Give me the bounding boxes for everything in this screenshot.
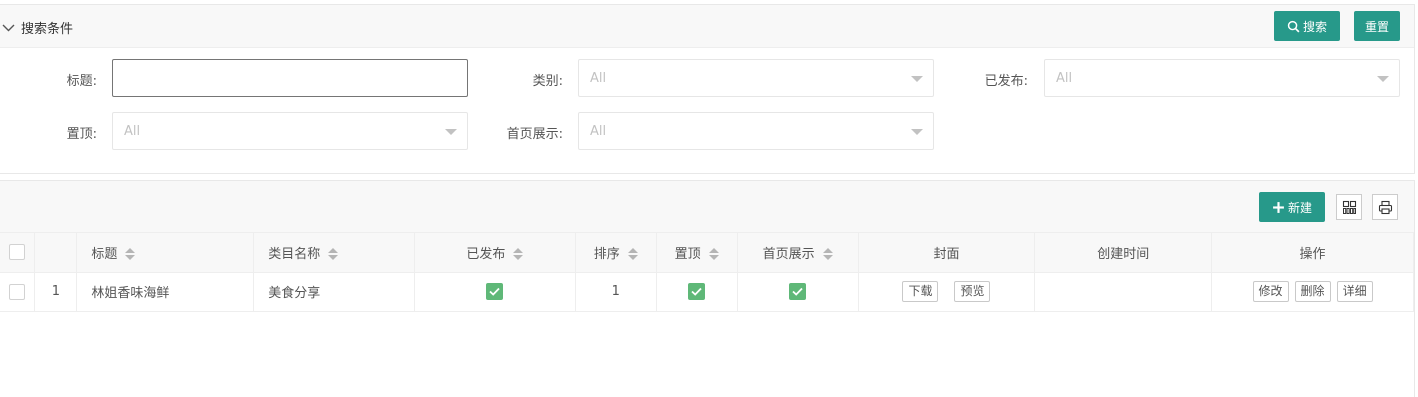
sort-icon[interactable]: [627, 247, 638, 261]
row-checkbox[interactable]: [9, 283, 26, 300]
search-button-label: 搜索: [1302, 19, 1327, 34]
cell-sort: 1: [575, 272, 657, 312]
delete-button[interactable]: 删除: [1294, 281, 1331, 302]
sort-icon[interactable]: [328, 247, 339, 261]
category-field-label: 类别:: [532, 74, 563, 89]
column-header-label: 已发布: [466, 246, 506, 262]
search-button[interactable]: 搜索: [1274, 11, 1340, 41]
dropdown-caret-icon: [911, 129, 923, 135]
print-button[interactable]: [1372, 194, 1398, 220]
cell-published: [414, 272, 576, 312]
homepage-checkbox[interactable]: [789, 283, 807, 300]
row-select-cell: [0, 272, 36, 312]
detail-button[interactable]: 详细: [1336, 281, 1373, 302]
columns-filter-button[interactable]: [1336, 194, 1362, 220]
column-header-label: 类目名称: [268, 246, 321, 262]
column-header-pinned[interactable]: 置顶: [656, 233, 738, 273]
table-header-row: 标题 类目名称 已发布 排序 置顶 首页展示 封面 创建时间 操作: [0, 233, 1414, 273]
homepage-select-value: All: [590, 124, 607, 139]
search-icon: [1287, 20, 1300, 32]
cell-created: [1034, 272, 1213, 312]
checkmark-icon: [792, 287, 803, 296]
sort-icon[interactable]: [125, 247, 136, 261]
cell-cover: 下载 预览: [858, 272, 1036, 312]
search-panel: 搜索条件 搜索 重置 标题: 类别: All 已发布: All 置顶: All …: [0, 4, 1415, 174]
preview-cover-button[interactable]: 预览: [954, 281, 991, 302]
title-input[interactable]: [112, 59, 468, 97]
table-panel: 新建 标题 类目名称 已发布 排序 置顶 首页展示 封面 创建时间 操作 1 林…: [0, 180, 1415, 397]
row-index: 1: [34, 272, 78, 312]
column-header-label: 排序: [593, 246, 620, 262]
table-row: 1 林姐香味海鲜 美食分享 1 下载 预览 修改 删除 详细: [0, 272, 1414, 312]
column-header-published[interactable]: 已发布: [414, 233, 576, 273]
print-icon: [1378, 200, 1392, 214]
checkmark-icon: [691, 287, 702, 296]
column-header-label: 标题: [91, 246, 118, 262]
index-header: [34, 233, 78, 273]
select-all-checkbox[interactable]: [9, 244, 26, 261]
category-select[interactable]: All: [578, 59, 934, 97]
table-toolbar: 新建: [0, 181, 1414, 233]
published-checkbox[interactable]: [486, 283, 504, 300]
chevron-down-icon: [2, 24, 15, 32]
published-field-label: 已发布:: [984, 74, 1028, 89]
columns-icon: [1342, 200, 1356, 214]
download-cover-button[interactable]: 下载: [902, 281, 939, 302]
edit-button[interactable]: 修改: [1252, 281, 1289, 302]
cell-pinned: [656, 272, 738, 312]
reset-button[interactable]: 重置: [1354, 11, 1400, 41]
search-conditions-label: 搜索条件: [21, 22, 74, 37]
column-header-category[interactable]: 类目名称: [253, 233, 416, 273]
pinned-select-value: All: [124, 124, 141, 139]
pinned-checkbox[interactable]: [688, 283, 706, 300]
column-header-sort[interactable]: 排序: [575, 233, 657, 273]
homepage-field-label: 首页展示:: [506, 127, 563, 142]
new-button-label: 新建: [1287, 200, 1312, 215]
new-button[interactable]: 新建: [1259, 192, 1325, 222]
pinned-field-label: 置顶:: [66, 127, 97, 142]
column-header-label: 首页展示: [762, 246, 815, 262]
category-select-value: All: [590, 71, 607, 86]
homepage-select[interactable]: All: [578, 112, 934, 150]
dropdown-caret-icon: [911, 76, 923, 82]
search-panel-header: 搜索条件 搜索 重置: [0, 5, 1414, 48]
cell-homepage: [737, 272, 859, 312]
sort-icon[interactable]: [708, 247, 719, 261]
cell-title: 林姐香味海鲜: [76, 272, 255, 312]
cell-category: 美食分享: [253, 272, 416, 312]
published-select-value: All: [1056, 71, 1073, 86]
plus-icon: [1273, 201, 1284, 213]
title-field-label: 标题:: [66, 74, 97, 89]
dropdown-caret-icon: [1377, 76, 1389, 82]
select-all-cell: [0, 233, 36, 273]
pinned-select[interactable]: All: [112, 112, 468, 150]
search-conditions-toggle[interactable]: 搜索条件: [2, 18, 73, 37]
column-header-homepage[interactable]: 首页展示: [737, 233, 859, 273]
published-select[interactable]: All: [1044, 59, 1400, 97]
column-header-label: 置顶: [674, 246, 701, 262]
cell-actions: 修改 删除 详细: [1211, 272, 1414, 312]
checkmark-icon: [489, 287, 501, 296]
dropdown-caret-icon: [445, 129, 457, 135]
sort-icon[interactable]: [822, 247, 833, 261]
sort-icon[interactable]: [513, 247, 524, 261]
data-table: 标题 类目名称 已发布 排序 置顶 首页展示 封面 创建时间 操作 1 林姐香味…: [0, 233, 1414, 312]
column-header-cover: 封面: [858, 233, 1036, 273]
column-header-created: 创建时间: [1034, 233, 1213, 273]
column-header-title[interactable]: 标题: [76, 233, 255, 273]
column-header-actions: 操作: [1211, 233, 1414, 273]
